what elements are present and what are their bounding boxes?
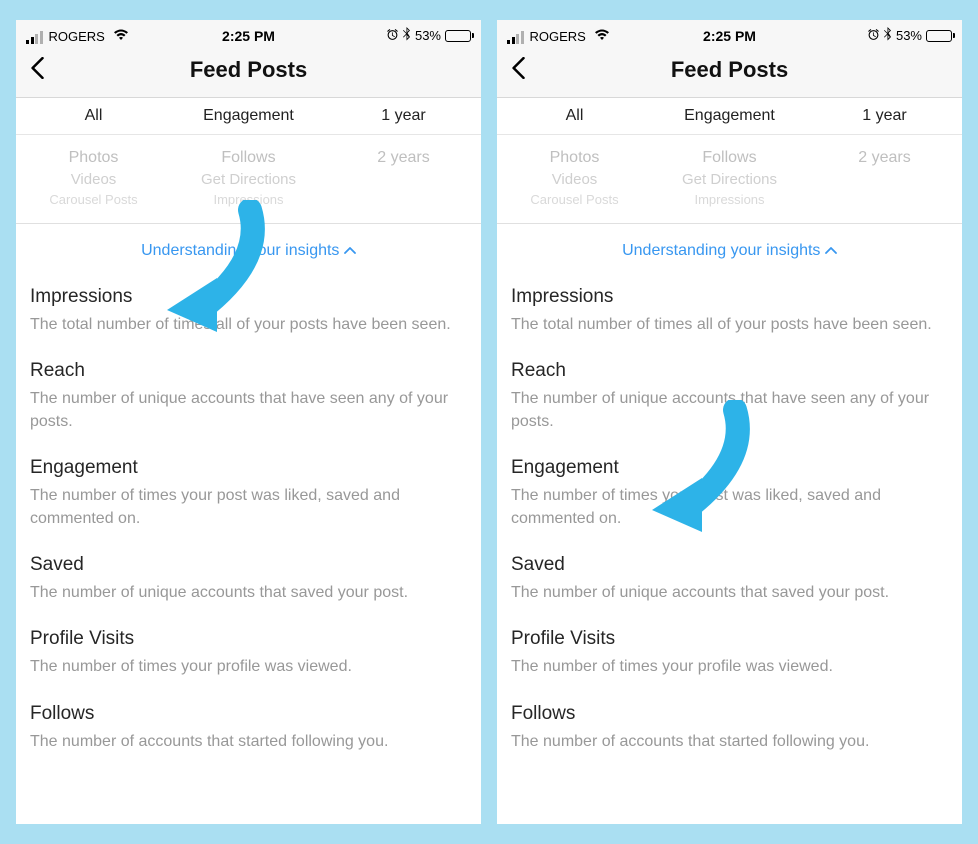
picker-wheel[interactable]: Photos Videos Carousel Posts Follows Get… — [497, 135, 962, 213]
insight-engagement: Engagement The number of times your post… — [497, 449, 962, 546]
picker-option[interactable]: Carousel Posts — [16, 192, 171, 207]
filter-row: All Engagement 1 year — [497, 98, 962, 135]
chevron-up-icon — [825, 242, 837, 259]
status-bar: ROGERS 2:25 PM 53% — [497, 20, 962, 47]
filter-metric[interactable]: Engagement — [171, 107, 326, 125]
picker-option[interactable]: 2 years — [326, 149, 481, 167]
insight-saved: Saved The number of unique accounts that… — [497, 546, 962, 620]
insight-reach: Reach The number of unique accounts that… — [16, 352, 481, 449]
status-left: ROGERS — [507, 28, 610, 44]
insights-toggle[interactable]: Understanding your insights — [497, 224, 962, 278]
status-time: 2:25 PM — [222, 28, 275, 44]
alarm-icon — [867, 28, 880, 44]
status-left: ROGERS — [26, 28, 129, 44]
picker-wheel[interactable]: Photos Videos Carousel Posts Follows Get… — [16, 135, 481, 213]
navigation-header: Feed Posts — [497, 47, 962, 98]
picker-option[interactable]: Follows — [171, 149, 326, 167]
carrier-label: ROGERS — [49, 29, 105, 44]
status-bar: ROGERS 2:25 PM 53% — [16, 20, 481, 47]
battery-icon — [445, 30, 471, 42]
insight-engagement: Engagement The number of times your post… — [16, 449, 481, 546]
back-button[interactable] — [511, 57, 525, 84]
bluetooth-icon — [403, 27, 411, 44]
carrier-label: ROGERS — [530, 29, 586, 44]
filter-row: All Engagement 1 year — [16, 98, 481, 135]
picker-option[interactable]: Photos — [16, 149, 171, 167]
filter-type[interactable]: All — [16, 107, 171, 125]
picker-option[interactable]: Get Directions — [652, 171, 807, 188]
signal-icon — [507, 31, 524, 44]
picker-option[interactable]: Photos — [497, 149, 652, 167]
battery-pct: 53% — [896, 28, 922, 43]
picker-option[interactable]: Follows — [652, 149, 807, 167]
chevron-up-icon — [344, 242, 356, 259]
picker-option[interactable]: 2 years — [807, 149, 962, 167]
picker-option[interactable]: Get Directions — [171, 171, 326, 188]
page-title: Feed Posts — [28, 57, 469, 83]
navigation-header: Feed Posts — [16, 47, 481, 98]
page-title: Feed Posts — [509, 57, 950, 83]
picker-option[interactable]: Impressions — [171, 192, 326, 207]
picker-option[interactable]: Videos — [497, 171, 652, 188]
filter-period[interactable]: 1 year — [326, 107, 481, 125]
status-right: 53% — [386, 27, 471, 44]
back-button[interactable] — [30, 57, 44, 84]
status-right: 53% — [867, 27, 952, 44]
status-time: 2:25 PM — [703, 28, 756, 44]
alarm-icon — [386, 28, 399, 44]
picker-option[interactable]: Impressions — [652, 192, 807, 207]
insight-follows: Follows The number of accounts that star… — [497, 695, 962, 769]
wifi-icon — [594, 28, 610, 44]
filter-type[interactable]: All — [497, 107, 652, 125]
insight-impressions: Impressions The total number of times al… — [16, 278, 481, 352]
filter-metric[interactable]: Engagement — [652, 107, 807, 125]
insights-toggle[interactable]: Understanding your insights — [16, 224, 481, 278]
wifi-icon — [113, 28, 129, 44]
insight-impressions: Impressions The total number of times al… — [497, 278, 962, 352]
phone-screenshot-right: ROGERS 2:25 PM 53% Feed Posts All Engage… — [497, 20, 962, 824]
insight-profile-visits: Profile Visits The number of times your … — [497, 620, 962, 694]
insight-follows: Follows The number of accounts that star… — [16, 695, 481, 769]
insight-profile-visits: Profile Visits The number of times your … — [16, 620, 481, 694]
insight-reach: Reach The number of unique accounts that… — [497, 352, 962, 449]
filter-period[interactable]: 1 year — [807, 107, 962, 125]
picker-option[interactable]: Videos — [16, 171, 171, 188]
battery-icon — [926, 30, 952, 42]
insight-saved: Saved The number of unique accounts that… — [16, 546, 481, 620]
picker-option[interactable]: Carousel Posts — [497, 192, 652, 207]
bluetooth-icon — [884, 27, 892, 44]
battery-pct: 53% — [415, 28, 441, 43]
signal-icon — [26, 31, 43, 44]
phone-screenshot-left: ROGERS 2:25 PM 53% Feed Posts All Engage… — [16, 20, 481, 824]
